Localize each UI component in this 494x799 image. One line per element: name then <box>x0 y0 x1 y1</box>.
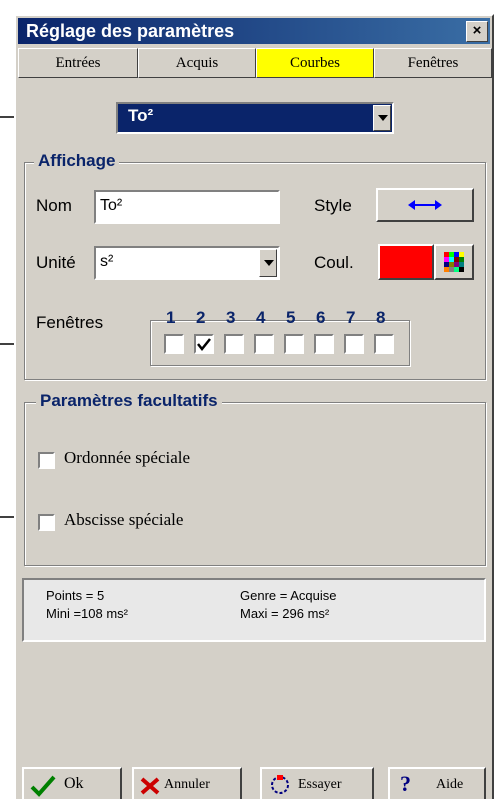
info-panel: Points = 5 Genre = Acquise Mini =108 ms²… <box>22 578 486 642</box>
coul-label: Coul. <box>314 253 354 272</box>
window-checkbox-4[interactable] <box>254 334 274 354</box>
style-label: Style <box>314 196 352 215</box>
curve-select[interactable]: To² <box>116 102 394 134</box>
cross-icon <box>140 777 160 795</box>
info-maxi: Maxi = 296 ms² <box>240 606 330 621</box>
line-style-icon <box>408 200 442 210</box>
tab-acquis[interactable]: Acquis <box>138 48 256 78</box>
color-palette-button[interactable] <box>434 244 474 280</box>
essayer-button[interactable]: Essayer <box>260 767 374 799</box>
window-checkbox-8[interactable] <box>374 334 394 354</box>
abscisse-label[interactable]: Abscisse spéciale <box>64 510 183 530</box>
color-swatch[interactable] <box>378 244 434 280</box>
tab-fenetres[interactable]: Fenêtres <box>374 48 492 78</box>
window-number-5: 5 <box>286 308 296 327</box>
help-icon: ? <box>400 771 411 796</box>
window-number-4: 4 <box>256 308 266 327</box>
window-checkbox-2[interactable] <box>194 334 214 354</box>
window-checkbox-3[interactable] <box>224 334 244 354</box>
info-mini: Mini =108 ms² <box>46 606 128 621</box>
ordonnee-label[interactable]: Ordonnée spéciale <box>64 448 190 468</box>
window-checkbox-5[interactable] <box>284 334 304 354</box>
info-genre: Genre = Acquise <box>240 588 337 603</box>
ordonnee-checkbox[interactable] <box>38 452 55 469</box>
window-number-2: 2 <box>196 308 206 327</box>
window-title: Réglage des paramètres <box>26 21 235 41</box>
nom-input[interactable]: To² <box>94 190 280 224</box>
tab-entrees[interactable]: Entrées <box>18 48 138 78</box>
info-points: Points = 5 <box>46 588 105 603</box>
fenetres-label: Fenêtres <box>36 313 104 332</box>
unite-dropdown-button[interactable] <box>259 249 277 277</box>
title-bar[interactable]: Réglage des paramètres × <box>18 18 490 44</box>
aide-label: Aide <box>436 777 464 792</box>
window-select-box <box>150 320 410 366</box>
curve-select-value: To² <box>128 106 154 125</box>
dialog-window: Réglage des paramètres × Entrées Acquis … <box>14 14 494 799</box>
abscisse-checkbox[interactable] <box>38 514 55 531</box>
annuler-button[interactable]: Annuler <box>132 767 242 799</box>
tab-courbes[interactable]: Courbes <box>256 48 374 78</box>
check-icon <box>197 338 211 352</box>
nom-label: Nom <box>36 196 72 215</box>
checkmark-icon <box>30 775 56 797</box>
window-checkbox-6[interactable] <box>314 334 334 354</box>
unite-select[interactable]: s² <box>94 246 280 280</box>
window-number-1: 1 <box>166 308 176 327</box>
window-checkbox-1[interactable] <box>164 334 184 354</box>
unite-label: Unité <box>36 253 76 272</box>
window-number-7: 7 <box>346 308 356 327</box>
annuler-label: Annuler <box>164 777 210 792</box>
affichage-legend: Affichage <box>34 151 120 171</box>
optional-params-legend: Paramètres facultatifs <box>36 391 222 411</box>
curve-select-dropdown-button[interactable] <box>373 105 391 131</box>
color-palette-icon <box>444 252 464 272</box>
aide-button[interactable]: ? Aide <box>388 767 486 799</box>
optional-params-group <box>24 402 486 566</box>
ok-label: Ok <box>64 775 84 792</box>
refresh-icon <box>271 775 289 794</box>
window-number-3: 3 <box>226 308 236 327</box>
close-button[interactable]: × <box>466 21 488 42</box>
window-number-8: 8 <box>376 308 386 327</box>
window-checkbox-7[interactable] <box>344 334 364 354</box>
style-button[interactable] <box>376 188 474 222</box>
window-number-6: 6 <box>316 308 326 327</box>
essayer-label: Essayer <box>298 777 342 792</box>
unite-select-value: s² <box>100 253 114 270</box>
ok-button[interactable]: Ok <box>22 767 122 799</box>
